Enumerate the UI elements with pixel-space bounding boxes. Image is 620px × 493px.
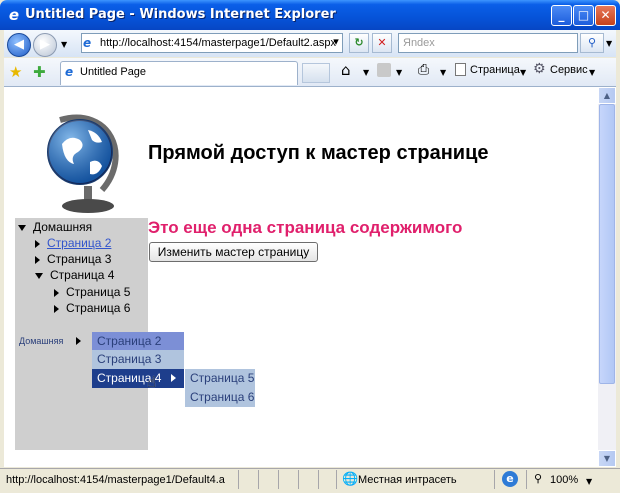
- menu-item-page-2[interactable]: Страница 2: [92, 332, 184, 350]
- status-url: http://localhost:4154/masterpage1/Defaul…: [6, 474, 225, 486]
- recent-pages-dropdown-icon[interactable]: ▼: [61, 40, 67, 49]
- tree-item-link[interactable]: Страница 2: [47, 236, 111, 250]
- status-separator: [526, 470, 527, 489]
- zoom-dropdown-icon[interactable]: ▼: [586, 477, 592, 486]
- page-menu-icon[interactable]: [455, 63, 466, 76]
- tree-item-label: Страница 4: [50, 268, 115, 282]
- add-favorites-icon[interactable]: ✚: [33, 63, 46, 81]
- tools-menu[interactable]: Сервис: [550, 64, 588, 76]
- search-icon[interactable]: ⚲: [580, 33, 604, 53]
- tree-item-label: Страница 6: [66, 301, 131, 315]
- favorites-star-icon[interactable]: ★: [9, 63, 22, 81]
- status-separator: [278, 470, 279, 489]
- print-dropdown-icon[interactable]: ▼: [440, 68, 446, 77]
- tree-item-label: Страница 5: [66, 285, 131, 299]
- menu-item-page-3[interactable]: Страница 3: [92, 350, 184, 369]
- address-input[interactable]: http://localhost:4154/masterpage1/Defaul…: [100, 37, 336, 49]
- status-separator: [238, 470, 239, 489]
- submenu-arrow-icon: [76, 337, 81, 345]
- search-input[interactable]: Яndex: [398, 33, 578, 53]
- protected-mode-icon[interactable]: e: [502, 471, 518, 487]
- tree-item-page-3[interactable]: Страница 3: [35, 252, 111, 266]
- change-master-page-button[interactable]: Изменить мастер страницу: [149, 242, 318, 262]
- new-tab-button[interactable]: [302, 63, 330, 83]
- expanded-arrow-icon[interactable]: [35, 272, 43, 279]
- tools-gear-icon[interactable]: ⚙: [533, 61, 546, 77]
- maximize-button[interactable]: □: [573, 5, 594, 26]
- collapsed-arrow-icon[interactable]: [54, 304, 59, 313]
- tab-page-icon: e: [65, 65, 74, 79]
- collapsed-arrow-icon[interactable]: [35, 255, 40, 264]
- scroll-up-button[interactable]: ▲: [598, 87, 616, 104]
- status-separator: [494, 470, 495, 489]
- page-heading: Прямой доступ к мастер странице: [148, 142, 489, 164]
- scroll-thumb[interactable]: [599, 104, 615, 384]
- zoom-icon[interactable]: ⚲: [534, 472, 542, 485]
- tree-item-label: Домашняя: [33, 220, 93, 234]
- hand-cursor-icon: ☝: [147, 373, 157, 391]
- tree-item-page-5[interactable]: Страница 5: [54, 285, 130, 299]
- status-separator: [318, 470, 319, 489]
- search-options-icon[interactable]: ▼: [606, 39, 612, 48]
- status-separator: [298, 470, 299, 489]
- tab-title: Untitled Page: [80, 66, 147, 78]
- page-menu-dropdown-icon[interactable]: ▼: [520, 68, 526, 77]
- close-button[interactable]: ✕: [595, 5, 616, 26]
- tree-item-page-4[interactable]: Страница 4: [35, 268, 114, 282]
- submenu-arrow-icon: [171, 374, 176, 382]
- address-dropdown-button[interactable]: ▾: [329, 33, 343, 53]
- home-icon[interactable]: ⌂: [341, 61, 351, 79]
- window-title: Untitled Page - Windows Internet Explore…: [25, 7, 336, 22]
- menu-item-page-6[interactable]: Страница 6: [185, 388, 255, 407]
- submenu-level-2: Страница 5 Страница 6: [185, 369, 255, 407]
- menu-item-page-5[interactable]: Страница 5: [185, 369, 255, 388]
- home-dropdown-icon[interactable]: ▼: [363, 68, 369, 77]
- intranet-zone-icon: 🌐: [342, 472, 359, 487]
- ie-logo-icon: e: [8, 6, 20, 24]
- globe-logo-icon: [47, 114, 119, 213]
- tree-item-label: Страница 3: [47, 252, 112, 266]
- print-icon[interactable]: ⎙: [418, 62, 429, 78]
- tools-menu-dropdown-icon[interactable]: ▼: [589, 68, 595, 77]
- expanded-arrow-icon[interactable]: [18, 224, 26, 231]
- page-menu[interactable]: Страница: [470, 64, 520, 76]
- stop-button[interactable]: ✕: [372, 33, 392, 53]
- refresh-button[interactable]: ↻: [349, 33, 369, 53]
- status-separator: [336, 470, 337, 489]
- status-separator: [258, 470, 259, 489]
- back-button[interactable]: ◀: [7, 33, 31, 57]
- feeds-dropdown-icon[interactable]: ▼: [396, 68, 402, 77]
- forward-button[interactable]: ▶: [33, 33, 57, 57]
- tree-item-home[interactable]: Домашняя: [18, 220, 92, 234]
- collapsed-arrow-icon[interactable]: [54, 288, 59, 297]
- scroll-down-button[interactable]: ▼: [598, 450, 616, 467]
- page-icon: e: [83, 36, 92, 50]
- collapsed-arrow-icon[interactable]: [35, 239, 40, 248]
- menu-root-home[interactable]: Домашняя: [15, 334, 96, 348]
- zoom-level[interactable]: 100%: [550, 474, 578, 486]
- content-title: Это еще одна страница содержимого: [148, 218, 463, 237]
- status-zone: Местная интрасеть: [358, 474, 457, 486]
- minimize-button[interactable]: _: [551, 5, 572, 26]
- feeds-icon[interactable]: [377, 63, 391, 77]
- tree-item-page-6[interactable]: Страница 6: [54, 301, 130, 315]
- tree-item-page-2[interactable]: Страница 2: [35, 236, 111, 250]
